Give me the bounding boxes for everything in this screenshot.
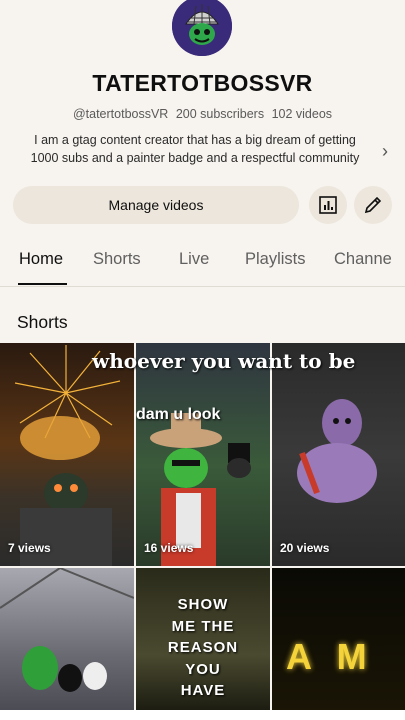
channel-description[interactable]: I am a gtag content creator that has a b…	[20, 131, 370, 167]
manage-videos-button[interactable]: Manage videos	[13, 186, 299, 224]
overlay-text: SHOW ME THE REASON YOU HAVE	[167, 596, 239, 699]
tab-playlists[interactable]: Playlists	[245, 250, 306, 269]
shorts-section-title: Shorts	[17, 312, 68, 332]
short-thumbnail[interactable]: dam u look 16 views	[136, 343, 270, 566]
tab-home[interactable]: Home	[19, 250, 63, 269]
pencil-icon	[364, 196, 382, 214]
views-count: 20 views	[280, 541, 330, 555]
active-tab-indicator	[18, 283, 67, 285]
analytics-icon	[319, 196, 337, 214]
channel-handle: @tatertotbossVR	[72, 107, 169, 121]
channel-tabs: Home Shorts Live Playlists Channe	[0, 240, 405, 287]
chevron-right-icon[interactable]: ›	[382, 141, 388, 162]
video-count: 102 videos	[271, 107, 333, 121]
channel-meta: @tatertotbossVR 200 subscribers 102 vide…	[0, 107, 405, 121]
channel-avatar[interactable]	[172, 0, 232, 56]
edit-channel-button[interactable]	[354, 186, 392, 224]
banner-text: whoever you want to be	[92, 349, 356, 373]
bottom-navigation[interactable]	[0, 710, 405, 720]
short-thumbnail[interactable]	[0, 568, 134, 713]
short-thumbnail[interactable]: SHOW ME THE REASON YOU HAVE	[136, 568, 270, 713]
tab-shorts[interactable]: Shorts	[93, 250, 141, 269]
tab-live[interactable]: Live	[179, 250, 209, 269]
caption-text: dam u look	[136, 406, 221, 423]
channel-name: TATERTOTBOSSVR	[92, 70, 313, 96]
short-thumbnail[interactable]: A M	[272, 568, 405, 713]
short-thumbnail[interactable]: 20 views	[272, 343, 405, 566]
short-thumbnail[interactable]: 7 views	[0, 343, 134, 566]
subscriber-count: 200 subscribers	[175, 107, 265, 121]
analytics-button[interactable]	[309, 186, 347, 224]
views-count: 7 views	[8, 541, 51, 555]
tab-channels[interactable]: Channe	[334, 250, 392, 269]
overlay-text: A M	[286, 636, 375, 677]
views-count: 16 views	[144, 541, 194, 555]
